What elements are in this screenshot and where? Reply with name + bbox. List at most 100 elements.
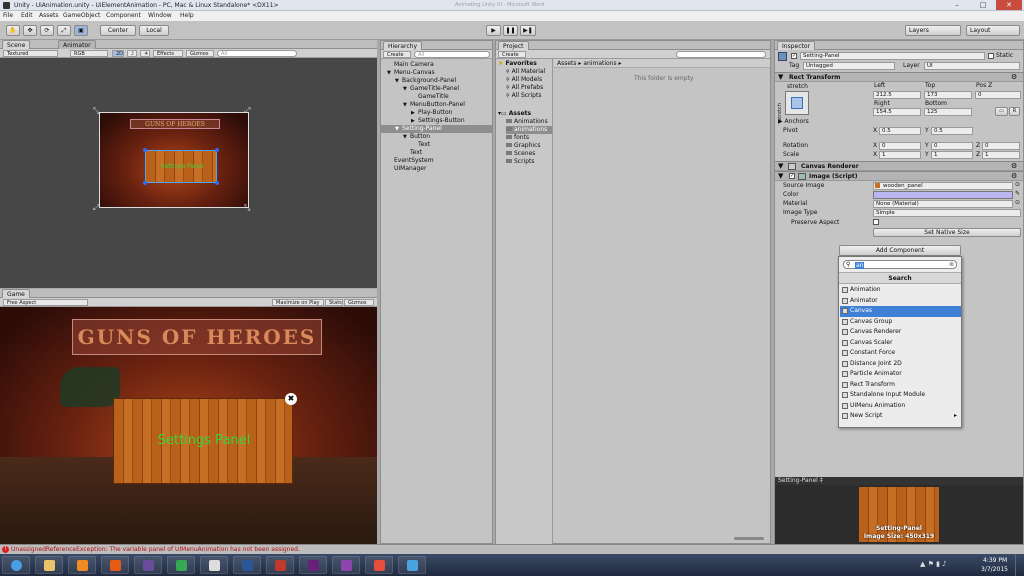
component-search-input[interactable]: ⚲ an ⊗ bbox=[843, 260, 957, 269]
component-gear-icon[interactable]: ⚙ bbox=[1011, 162, 1017, 170]
set-native-size-button[interactable]: Set Native Size bbox=[873, 228, 1021, 237]
snipping-taskbar-icon[interactable] bbox=[365, 556, 393, 574]
favorite-item[interactable]: ⚲ All Scripts bbox=[506, 92, 545, 100]
foldout-arrow-icon[interactable]: ▼ bbox=[403, 101, 410, 109]
folder-item[interactable]: Animations bbox=[506, 118, 552, 126]
firefox-taskbar-icon[interactable] bbox=[101, 556, 129, 574]
expand-arrow-icon[interactable]: ▼ bbox=[778, 162, 783, 170]
network-taskbar-icon[interactable] bbox=[398, 556, 426, 574]
close-button[interactable]: ✕ bbox=[996, 0, 1022, 10]
tray-icons[interactable]: ▲ ⚑ ▮ ♪ bbox=[920, 560, 947, 568]
canvas-renderer-header[interactable]: Canvas Renderer bbox=[775, 161, 1023, 171]
favorite-item[interactable]: ⚲ All Prefabs bbox=[506, 84, 545, 92]
2d-toggle[interactable]: 2D bbox=[112, 50, 124, 57]
left-field[interactable]: 212.5 bbox=[873, 91, 921, 99]
paint-taskbar-icon[interactable] bbox=[266, 556, 294, 574]
chrome-taskbar-icon[interactable] bbox=[167, 556, 195, 574]
foldout-arrow-icon[interactable]: ▼ bbox=[395, 125, 402, 133]
folder-item[interactable]: Scripts bbox=[506, 158, 552, 166]
scale-z-field[interactable]: 1 bbox=[982, 151, 1020, 159]
eclipse-taskbar-icon[interactable] bbox=[134, 556, 162, 574]
space-local-toggle[interactable]: Local bbox=[139, 25, 169, 36]
foldout-arrow-icon[interactable]: ▶ bbox=[411, 117, 418, 125]
tab-inspector[interactable]: Inspector bbox=[777, 41, 815, 50]
preserve-aspect-checkbox[interactable] bbox=[873, 219, 879, 225]
hierarchy-search-input[interactable]: All bbox=[414, 51, 490, 58]
clear-search-icon[interactable]: ⊗ bbox=[949, 261, 954, 268]
component-gear-icon[interactable]: ⚙ bbox=[1011, 172, 1017, 180]
image-enabled-checkbox[interactable]: ✓ bbox=[789, 173, 795, 179]
shading-dropdown[interactable]: Textured bbox=[3, 50, 58, 57]
visualstudio-taskbar-icon[interactable] bbox=[299, 556, 327, 574]
expand-arrow-icon[interactable]: ▼ bbox=[778, 172, 783, 180]
scale-y-field[interactable]: 1 bbox=[931, 151, 973, 159]
top-field[interactable]: 173 bbox=[924, 91, 972, 99]
rot-z-field[interactable]: 0 bbox=[982, 142, 1020, 150]
favorite-item[interactable]: ⚲ All Models bbox=[506, 76, 545, 84]
menu-window[interactable]: Window bbox=[148, 12, 172, 19]
hierarchy-item[interactable]: ▼ Menu-Canvas bbox=[381, 69, 492, 77]
menu-file[interactable]: File bbox=[3, 12, 13, 19]
project-search-input[interactable] bbox=[676, 51, 766, 58]
anchor-handle-icon[interactable]: ⤢ bbox=[93, 203, 99, 213]
menu-gameobject[interactable]: GameObject bbox=[63, 12, 100, 19]
source-image-field[interactable]: wooden_panel bbox=[873, 182, 1013, 190]
rect-handle[interactable] bbox=[215, 148, 219, 152]
hand-tool-icon[interactable]: ✋ bbox=[6, 25, 20, 36]
object-picker-icon[interactable]: ⊙ bbox=[1015, 199, 1020, 206]
rgb-dropdown[interactable]: RGB bbox=[70, 50, 108, 57]
rect-handle[interactable] bbox=[143, 148, 147, 152]
foldout-arrow-icon[interactable]: ▼ bbox=[403, 85, 410, 93]
rect-tool-icon[interactable]: ▣ bbox=[74, 25, 88, 36]
scale-tool-icon[interactable]: ⤢ bbox=[57, 25, 71, 36]
component-option[interactable]: Distance Joint 2D bbox=[840, 359, 961, 370]
scale-x-field[interactable]: 1 bbox=[879, 151, 921, 159]
layer-dropdown[interactable]: UI bbox=[924, 62, 1020, 70]
layout-dropdown[interactable]: Layout bbox=[966, 25, 1020, 36]
tab-scene[interactable]: Scene bbox=[2, 40, 31, 49]
expand-arrow-icon[interactable]: ▼ bbox=[778, 73, 783, 81]
object-name-field[interactable]: Setting-Panel bbox=[800, 52, 985, 60]
tab-project[interactable]: Project bbox=[498, 41, 529, 50]
static-checkbox[interactable] bbox=[988, 53, 994, 59]
scene-settings-panel[interactable]: Settings Panel bbox=[145, 150, 217, 183]
hierarchy-create-dropdown[interactable]: Create bbox=[383, 51, 411, 58]
bottom-field[interactable]: 125 bbox=[924, 108, 972, 116]
hierarchy-item[interactable]: ▼ Background-Panel bbox=[381, 77, 492, 85]
start-taskbar-icon[interactable] bbox=[2, 556, 30, 574]
component-option[interactable]: Standalone Input Module bbox=[840, 390, 961, 401]
anchors-foldout[interactable]: ▶ Anchors bbox=[778, 118, 809, 125]
favorite-item[interactable]: ⚲ All Material bbox=[506, 68, 545, 76]
stats-toggle[interactable]: Stats bbox=[325, 299, 343, 306]
rotate-tool-icon[interactable]: ⟳ bbox=[40, 25, 54, 36]
component-gear-icon[interactable]: ⚙ bbox=[1011, 73, 1017, 81]
assets-header[interactable]: ▾▭ Assets bbox=[498, 110, 531, 118]
color-field[interactable] bbox=[873, 191, 1013, 199]
hierarchy-item[interactable]: Text bbox=[381, 141, 492, 149]
show-desktop-button[interactable] bbox=[1015, 554, 1024, 576]
play-button[interactable]: ▶ bbox=[486, 25, 501, 36]
component-option[interactable]: Animation bbox=[840, 285, 961, 296]
minimize-button[interactable]: – bbox=[944, 0, 970, 10]
layers-dropdown[interactable]: Layers bbox=[905, 25, 961, 36]
foldout-arrow-icon[interactable]: ▼ bbox=[395, 77, 402, 85]
hierarchy-item[interactable]: ▼ MenuButton-Panel bbox=[381, 101, 492, 109]
tab-hierarchy[interactable]: Hierarchy bbox=[383, 41, 423, 50]
scene-search-input[interactable]: All bbox=[217, 50, 297, 57]
folder-item[interactable]: fonts bbox=[506, 134, 552, 142]
pivot-y-field[interactable]: 0.5 bbox=[931, 127, 973, 135]
rot-y-field[interactable]: 0 bbox=[931, 142, 973, 150]
menu-assets[interactable]: Assets bbox=[39, 12, 59, 19]
pivot-center-toggle[interactable]: Center bbox=[100, 25, 136, 36]
hierarchy-item[interactable]: ▼ Button bbox=[381, 133, 492, 141]
anchor-handle-icon[interactable]: ⤢ bbox=[244, 106, 250, 116]
folder-item[interactable]: Scenes bbox=[506, 150, 552, 158]
component-option[interactable]: UIMenu Animation bbox=[840, 401, 961, 412]
active-checkbox[interactable]: ✓ bbox=[791, 53, 797, 59]
hierarchy-item[interactable]: ▶ Settings-Button bbox=[381, 117, 492, 125]
word-taskbar-icon[interactable] bbox=[233, 556, 261, 574]
breadcrumb-path[interactable]: Assets ▸ animations ▸ bbox=[557, 60, 622, 67]
maximize-button[interactable]: □ bbox=[970, 0, 996, 10]
raw-edit-button[interactable]: R bbox=[1009, 107, 1020, 116]
component-option[interactable]: Canvas Group bbox=[840, 317, 961, 328]
